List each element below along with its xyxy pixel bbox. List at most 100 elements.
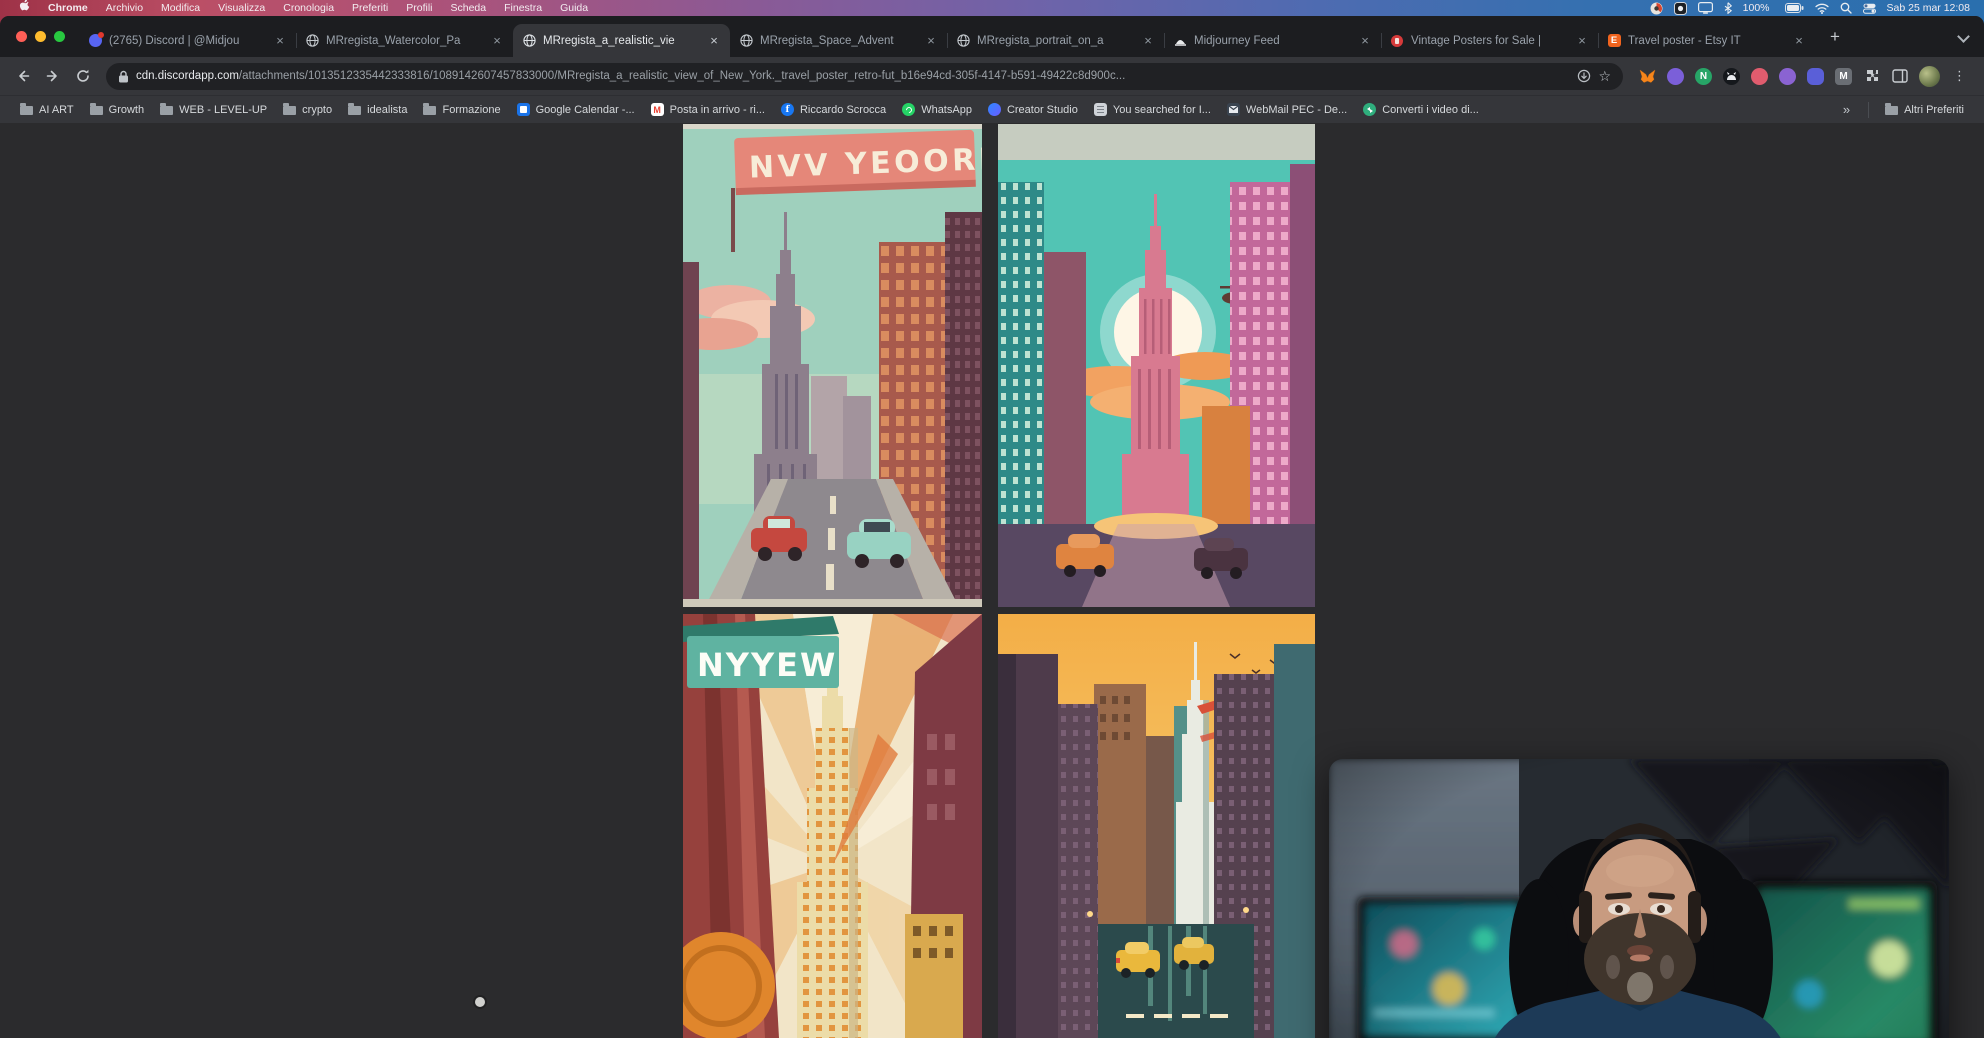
menubar-item-finestra[interactable]: Finestra — [495, 0, 551, 16]
new-tab-button[interactable]: + — [1821, 23, 1849, 51]
extension-icon-pink[interactable] — [1751, 68, 1768, 85]
bookmark-folder-idealista[interactable]: idealista — [340, 101, 415, 119]
tab-discord[interactable]: (2765) Discord | @Midjou × — [79, 24, 296, 57]
tab-label: MRregista_Watercolor_Pa — [326, 35, 483, 47]
tab-close-icon[interactable]: × — [273, 33, 287, 48]
bookmark-webmail-pec[interactable]: WebMail PEC - De... — [1219, 100, 1355, 119]
bookmark-label: Converti i video di... — [1382, 104, 1479, 116]
back-button[interactable] — [10, 63, 36, 89]
page-action-icon[interactable] — [1577, 69, 1591, 83]
menubar-item-guida[interactable]: Guida — [551, 0, 597, 16]
bookmark-video-converter[interactable]: Converti i video di... — [1355, 100, 1487, 119]
extension-icon-black-cat[interactable] — [1723, 68, 1740, 85]
bookmark-star-icon[interactable]: ☆ — [1598, 69, 1611, 83]
lock-icon — [118, 70, 129, 83]
side-panel-icon[interactable] — [1891, 68, 1908, 85]
tab-label: MRregista_a_realistic_vie — [543, 35, 700, 47]
tab-mrregista-portrait[interactable]: MRregista_portrait_on_a × — [947, 24, 1164, 57]
extension-icon-indigo[interactable] — [1807, 68, 1824, 85]
extension-icon-violet[interactable] — [1779, 68, 1796, 85]
chrome-menu-kebab-icon[interactable]: ⋮ — [1951, 68, 1968, 84]
battery-percent-label: 100% — [1743, 2, 1774, 14]
tab-vintage-posters[interactable]: Vintage Posters for Sale | × — [1381, 24, 1598, 57]
bookmark-gmail-inbox[interactable]: MPosta in arrivo - ri... — [643, 100, 773, 119]
metamask-extension-icon[interactable] — [1639, 68, 1656, 85]
tab-etsy-travel-poster[interactable]: E Travel poster - Etsy IT × — [1598, 24, 1815, 57]
converter-icon — [1363, 103, 1376, 116]
bookmark-label: Posta in arrivo - ri... — [670, 104, 765, 116]
bookmark-label: Growth — [109, 104, 144, 116]
bookmark-folder-web-level-up[interactable]: WEB - LEVEL-UP — [152, 101, 275, 119]
webcam-overlay — [1329, 759, 1949, 1038]
menubar-item-chrome[interactable]: Chrome — [39, 0, 97, 16]
battery-icon — [1785, 3, 1804, 13]
poster-title-bottom-left: NYYEW — [697, 646, 837, 684]
extension-icon-green-n[interactable]: N — [1695, 68, 1712, 85]
screen-capture-app-icon[interactable] — [1650, 2, 1663, 15]
facebook-icon: f — [781, 103, 794, 116]
bookmark-folder-ai-art[interactable]: AI ART — [12, 101, 82, 119]
minimize-window-button[interactable] — [35, 31, 46, 42]
tab-mrregista-space[interactable]: MRregista_Space_Advent × — [730, 24, 947, 57]
extension-icon-grid-m[interactable]: M — [1835, 68, 1852, 85]
tab-label: MRregista_Space_Advent — [760, 35, 917, 47]
tab-label: Travel poster - Etsy IT — [1628, 35, 1785, 47]
tab-close-icon[interactable]: × — [1792, 33, 1806, 48]
profile-avatar[interactable] — [1919, 66, 1940, 87]
bookmark-folder-growth[interactable]: Growth — [82, 101, 152, 119]
menubar-item-scheda[interactable]: Scheda — [442, 0, 496, 16]
bookmark-label: WebMail PEC - De... — [1246, 104, 1347, 116]
bluetooth-menu-icon[interactable] — [1724, 2, 1732, 14]
tab-label: Vintage Posters for Sale | — [1411, 35, 1568, 47]
control-center-icon[interactable] — [1863, 3, 1876, 14]
tab-label: MRregista_portrait_on_a — [977, 35, 1134, 47]
record-menu-icon[interactable] — [1674, 2, 1687, 15]
menubar-item-profili[interactable]: Profili — [397, 0, 441, 16]
address-bar[interactable]: cdn.discordapp.com/attachments/101351233… — [106, 63, 1623, 90]
other-favorites-folder[interactable]: Altri Preferiti — [1877, 101, 1972, 119]
reload-button[interactable] — [70, 63, 96, 89]
bookmark-facebook-profile[interactable]: fRiccardo Scrocca — [773, 100, 894, 119]
bookmark-folder-crypto[interactable]: crypto — [275, 101, 340, 119]
menubar-item-visualizza[interactable]: Visualizza — [209, 0, 274, 16]
etsy-favicon: E — [1607, 34, 1621, 48]
globe-favicon — [956, 34, 970, 48]
tab-close-icon[interactable]: × — [490, 33, 504, 48]
forward-button[interactable] — [40, 63, 66, 89]
chrome-window: (2765) Discord | @Midjou × MRregista_Wat… — [0, 16, 1984, 1038]
menubar-item-modifica[interactable]: Modifica — [152, 0, 209, 16]
bookmark-folder-formazione[interactable]: Formazione — [415, 101, 508, 119]
tab-close-icon[interactable]: × — [1358, 33, 1372, 48]
tab-close-icon[interactable]: × — [707, 33, 721, 48]
bookmark-label: Altri Preferiti — [1904, 104, 1964, 116]
close-window-button[interactable] — [16, 31, 27, 42]
extension-icon-purple[interactable] — [1667, 68, 1684, 85]
tab-search-chevron-icon[interactable] — [1957, 30, 1970, 43]
tab-mrregista-realistic-active[interactable]: MRregista_a_realistic_vie × — [513, 24, 730, 57]
menubar-item-cronologia[interactable]: Cronologia — [274, 0, 343, 16]
tab-mrregista-watercolor[interactable]: MRregista_Watercolor_Pa × — [296, 24, 513, 57]
bookmark-creator-studio[interactable]: Creator Studio — [980, 100, 1086, 119]
tab-close-icon[interactable]: × — [1575, 33, 1589, 48]
bookmark-label: AI ART — [39, 104, 74, 116]
bookmark-whatsapp[interactable]: WhatsApp — [894, 100, 980, 119]
display-menu-icon[interactable] — [1698, 2, 1713, 14]
google-calendar-icon — [517, 103, 530, 116]
menubar-clock[interactable]: Sab 25 mar 12:08 — [1887, 2, 1974, 14]
tab-close-icon[interactable]: × — [924, 33, 938, 48]
tab-midjourney-feed[interactable]: Midjourney Feed × — [1164, 24, 1381, 57]
menubar-item-archivio[interactable]: Archivio — [97, 0, 152, 16]
menubar-item-preferiti[interactable]: Preferiti — [343, 0, 397, 16]
bookmarks-overflow-chevron[interactable]: » — [1833, 102, 1860, 117]
zoom-window-button[interactable] — [54, 31, 65, 42]
spotlight-search-icon[interactable] — [1840, 2, 1852, 14]
midjourney-image-grid: NVV YEOORE — [683, 124, 1315, 1038]
apple-menu-icon[interactable] — [10, 0, 39, 17]
tab-close-icon[interactable]: × — [1141, 33, 1155, 48]
wifi-menu-icon[interactable] — [1815, 3, 1829, 14]
mouse-cursor — [475, 997, 485, 1007]
bookmark-google-calendar[interactable]: Google Calendar -... — [509, 100, 643, 119]
bookmark-label: idealista — [367, 104, 407, 116]
bookmark-you-searched[interactable]: You searched for I... — [1086, 100, 1219, 119]
extensions-puzzle-icon[interactable] — [1863, 68, 1880, 85]
